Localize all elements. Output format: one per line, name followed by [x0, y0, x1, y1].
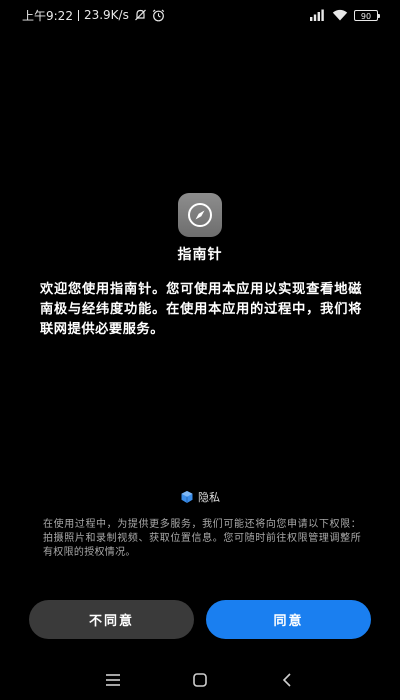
- status-left: 上午9:22 23.9K/s: [22, 7, 165, 24]
- app-name: 指南针: [177, 247, 223, 263]
- compass-icon: [178, 193, 222, 237]
- mute-icon: [134, 9, 147, 21]
- privacy-shield-icon: [180, 490, 194, 504]
- status-separator: [77, 9, 79, 21]
- privacy-title: 隐私: [198, 491, 220, 504]
- disagree-button[interactable]: 不同意: [29, 600, 194, 639]
- back-icon[interactable]: [277, 670, 297, 690]
- status-bar: 上午9:22 23.9K/s 90: [0, 0, 400, 30]
- navigation-bar: [0, 665, 400, 695]
- home-icon[interactable]: [190, 670, 210, 690]
- status-right: 90: [310, 9, 380, 21]
- privacy-description: 在使用过程中，为提供更多服务，我们可能还将向您申请以下权限：拍摄照片和录制视频、…: [43, 519, 361, 558]
- signal-icon: [310, 9, 326, 21]
- welcome-text: 欢迎您使用指南针。您可使用本应用以实现查看地磁南极与经纬度功能。在使用本应用的过…: [40, 282, 362, 337]
- menu-icon[interactable]: [103, 670, 123, 690]
- status-time: 上午9:22: [22, 8, 73, 23]
- battery-icon: 90: [354, 9, 380, 21]
- status-net-speed: 23.9K/s: [83, 8, 129, 22]
- agree-button[interactable]: 同意: [206, 600, 371, 639]
- privacy-header: 隐私: [0, 489, 400, 505]
- wifi-icon: [332, 9, 348, 21]
- alarm-icon: [152, 9, 165, 22]
